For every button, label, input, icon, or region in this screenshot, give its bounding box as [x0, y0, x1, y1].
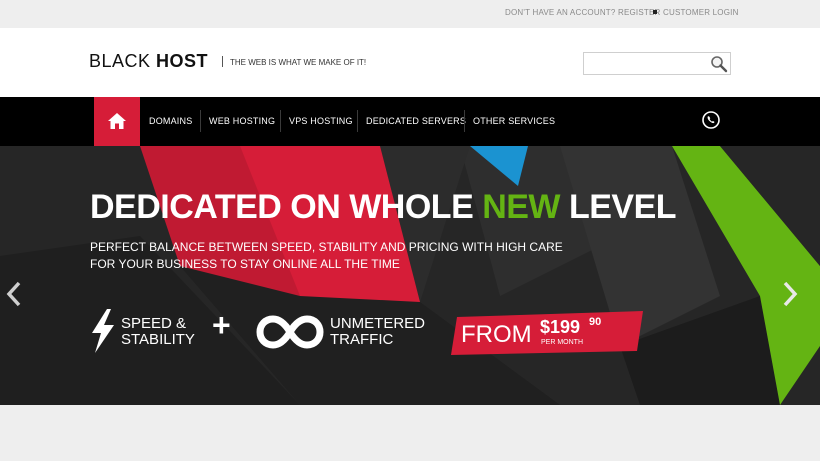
logo-text-light: BLACK [89, 51, 157, 71]
infinity-icon [256, 314, 324, 355]
feature-speed-stability: SPEED & STABILITY [121, 316, 211, 348]
register-link[interactable]: DON'T HAVE AN ACCOUNT? REGISTER [505, 8, 660, 17]
feature-unmetered-traffic: UNMETERED TRAFFIC [330, 316, 440, 348]
headline-part1: DEDICATED ON WHOLE [90, 188, 483, 226]
feature2-line1: UNMETERED [330, 315, 426, 332]
top-bar: DON'T HAVE AN ACCOUNT? REGISTER CUSTOMER… [0, 0, 820, 28]
search-input[interactable] [584, 53, 708, 74]
nav-item-other-services[interactable]: OTHER SERVICES [473, 116, 555, 126]
feature1-line2: STABILITY [121, 331, 195, 348]
lightning-bolt-icon [89, 309, 117, 358]
subline-line2: FOR YOUR BUSINESS TO STAY ONLINE ALL THE… [90, 257, 400, 271]
plus-sign: + [212, 307, 231, 343]
nav-item-vps-hosting[interactable]: VPS HOSTING [289, 116, 353, 126]
nav-divider [464, 110, 465, 132]
feature1-line1: SPEED & [121, 315, 187, 332]
hero-headline: DEDICATED ON WHOLE NEW LEVEL [90, 188, 677, 227]
subline-line1: PERFECT BALANCE BETWEEN SPEED, STABILITY… [90, 240, 563, 254]
bullet-separator [653, 10, 657, 14]
headline-highlight: NEW [482, 188, 561, 226]
chevron-left-icon[interactable] [4, 279, 24, 309]
hero-slider: DEDICATED ON WHOLE NEW LEVEL PERFECT BAL… [0, 146, 820, 405]
logo-text-bold: HOST [156, 51, 209, 71]
tagline-divider [222, 56, 223, 67]
main-nav: DOMAINS WEB HOSTING VPS HOSTING DEDICATE… [0, 97, 820, 146]
site-header: BLACK HOST THE WEB IS WHAT WE MAKE OF IT… [0, 28, 820, 97]
content-area [0, 405, 820, 461]
price-from-label: FROM [461, 321, 532, 348]
hero-background-shapes [0, 146, 820, 405]
search-box [583, 52, 731, 75]
tagline: THE WEB IS WHAT WE MAKE OF IT! [230, 58, 367, 67]
price-amount: $199 [540, 317, 581, 337]
feature2-line2: TRAFFIC [330, 331, 394, 348]
nav-divider [200, 110, 201, 132]
nav-divider [357, 110, 358, 132]
nav-item-web-hosting[interactable]: WEB HOSTING [209, 116, 275, 126]
customer-login-link[interactable]: CUSTOMER LOGIN [663, 8, 739, 17]
price-period: PER MONTH [541, 339, 583, 346]
magnifier-icon[interactable] [710, 55, 728, 73]
chevron-right-icon[interactable] [780, 279, 800, 309]
headline-part2: LEVEL [560, 188, 677, 226]
site-logo[interactable]: BLACK HOST [89, 51, 208, 72]
price-badge: FROM $199 90 PER MONTH [451, 311, 643, 357]
nav-item-domains[interactable]: DOMAINS [149, 116, 192, 126]
nav-item-dedicated-servers[interactable]: DEDICATED SERVERS [366, 116, 466, 126]
hero-subline: PERFECT BALANCE BETWEEN SPEED, STABILITY… [90, 239, 590, 273]
phone-icon[interactable] [701, 110, 721, 135]
price-cents: 90 [589, 316, 602, 328]
nav-divider [280, 110, 281, 132]
home-button[interactable] [94, 97, 140, 146]
